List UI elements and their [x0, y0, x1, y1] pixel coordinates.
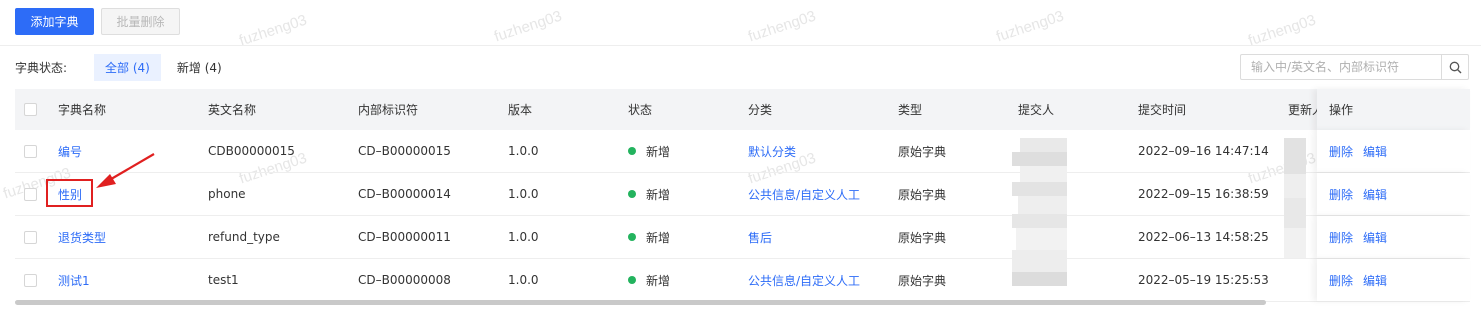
search-icon [1449, 61, 1461, 73]
column-header: 提交人 [1018, 103, 1055, 117]
redacted-submitter [1012, 138, 1067, 288]
watermark: fuzheng03 [1246, 11, 1318, 50]
status-dot-icon [628, 276, 636, 284]
row-checkbox[interactable] [24, 144, 37, 158]
add-dictionary-button[interactable]: 添加字典 [15, 8, 94, 35]
horizontal-scrollbar[interactable] [15, 300, 1266, 305]
column-header: 操作 [1329, 103, 1354, 117]
english-name: refund_type [208, 230, 280, 244]
type: 原始字典 [898, 273, 947, 288]
category-link[interactable]: 默认分类 [748, 130, 796, 172]
table-row: 测试1 test1 CD–B00000008 1.0.0 新增 公共信息/自定义… [15, 259, 1470, 302]
category-link[interactable]: 公共信息/自定义人工 [748, 259, 860, 301]
status: 新增 [628, 173, 670, 215]
annotation-highlight-box [46, 179, 93, 207]
search-box [1240, 54, 1469, 80]
search-button[interactable] [1441, 55, 1468, 79]
english-name: phone [208, 187, 246, 201]
toolbar: 添加字典 批量删除 [15, 8, 180, 35]
filter-tab-new[interactable]: 新增 (4) [166, 54, 233, 81]
status: 新增 [628, 130, 670, 172]
table-header: 字典名称 英文名称 内部标识符 版本 状态 分类 类型 提交人 提交时间 更新人… [15, 89, 1470, 130]
column-header: 分类 [748, 103, 773, 117]
type: 原始字典 [898, 230, 947, 245]
row-checkbox[interactable] [24, 230, 37, 244]
submit-time: 2022–09–16 14:47:14 [1138, 144, 1269, 158]
submit-time: 2022–05–19 15:25:53 [1138, 273, 1269, 287]
column-header: 字典名称 [58, 103, 107, 117]
ops-cell: 删除 编辑 [1317, 216, 1470, 258]
version: 1.0.0 [508, 273, 539, 287]
edit-button[interactable]: 编辑 [1363, 229, 1387, 246]
english-name: test1 [208, 273, 239, 287]
row-checkbox[interactable] [24, 273, 37, 287]
type: 原始字典 [898, 144, 947, 159]
status-dot-icon [628, 190, 636, 198]
filter-label: 字典状态: [15, 61, 68, 75]
ops-cell: 删除 编辑 [1317, 173, 1470, 215]
submit-time: 2022–06–13 14:58:25 [1138, 230, 1269, 244]
submit-time: 2022–09–15 16:38:59 [1138, 187, 1269, 201]
identifier: CD–B00000011 [358, 230, 451, 244]
category-link[interactable]: 售后 [748, 216, 772, 258]
status: 新增 [628, 216, 670, 258]
watermark: fuzheng03 [237, 11, 309, 50]
status: 新增 [628, 259, 670, 301]
row-checkbox[interactable] [24, 187, 37, 201]
column-header: 类型 [898, 103, 923, 117]
category-link[interactable]: 公共信息/自定义人工 [748, 173, 860, 215]
status-text: 新增 [646, 144, 671, 159]
watermark: fuzheng03 [994, 7, 1066, 46]
select-all-checkbox[interactable] [24, 103, 37, 116]
status-text: 新增 [646, 273, 671, 288]
identifier: CD–B00000015 [358, 144, 451, 158]
status-dot-icon [628, 233, 636, 241]
delete-button[interactable]: 删除 [1329, 272, 1353, 289]
annotation-arrow-icon [96, 153, 155, 188]
redacted-updater [1284, 138, 1306, 258]
filter-tab-all[interactable]: 全部 (4) [94, 54, 161, 81]
search-input[interactable] [1241, 55, 1441, 79]
type: 原始字典 [898, 187, 947, 202]
status-text: 新增 [646, 187, 671, 202]
status-filter: 字典状态: 全部 (4) 新增 (4) [15, 54, 238, 81]
dictionary-table: 字典名称 英文名称 内部标识符 版本 状态 分类 类型 提交人 提交时间 更新人… [15, 89, 1470, 302]
batch-delete-button[interactable]: 批量删除 [101, 8, 180, 35]
version: 1.0.0 [508, 187, 539, 201]
edit-button[interactable]: 编辑 [1363, 186, 1387, 203]
ops-header: 操作 [1317, 89, 1470, 130]
version: 1.0.0 [508, 144, 539, 158]
version: 1.0.0 [508, 230, 539, 244]
identifier: CD–B00000014 [358, 187, 451, 201]
delete-button[interactable]: 删除 [1329, 186, 1353, 203]
column-header: 状态 [628, 103, 653, 117]
edit-button[interactable]: 编辑 [1363, 272, 1387, 289]
table-row: 性别 phone CD–B00000014 1.0.0 新增 公共信息/自定义人… [15, 173, 1470, 216]
edit-button[interactable]: 编辑 [1363, 143, 1387, 160]
divider [0, 45, 1481, 46]
status-text: 新增 [646, 230, 671, 245]
status-dot-icon [628, 147, 636, 155]
table-row: 退货类型 refund_type CD–B00000011 1.0.0 新增 售… [15, 216, 1470, 259]
delete-button[interactable]: 删除 [1329, 229, 1353, 246]
ops-cell: 删除 编辑 [1317, 259, 1470, 301]
watermark: fuzheng03 [746, 7, 818, 46]
dictionary-name-link[interactable]: 测试1 [58, 259, 90, 301]
ops-cell: 删除 编辑 [1317, 130, 1470, 172]
delete-button[interactable]: 删除 [1329, 143, 1353, 160]
english-name: CDB00000015 [208, 144, 295, 158]
column-header: 版本 [508, 103, 533, 117]
identifier: CD–B00000008 [358, 273, 451, 287]
column-header: 英文名称 [208, 103, 257, 117]
column-header: 内部标识符 [358, 103, 419, 117]
table-row: 编号 CDB00000015 CD–B00000015 1.0.0 新增 默认分… [15, 130, 1470, 173]
dictionary-name-link[interactable]: 退货类型 [58, 216, 106, 258]
column-header: 提交时间 [1138, 103, 1187, 117]
dictionary-name-link[interactable]: 编号 [58, 130, 82, 172]
watermark: fuzheng03 [492, 7, 564, 46]
